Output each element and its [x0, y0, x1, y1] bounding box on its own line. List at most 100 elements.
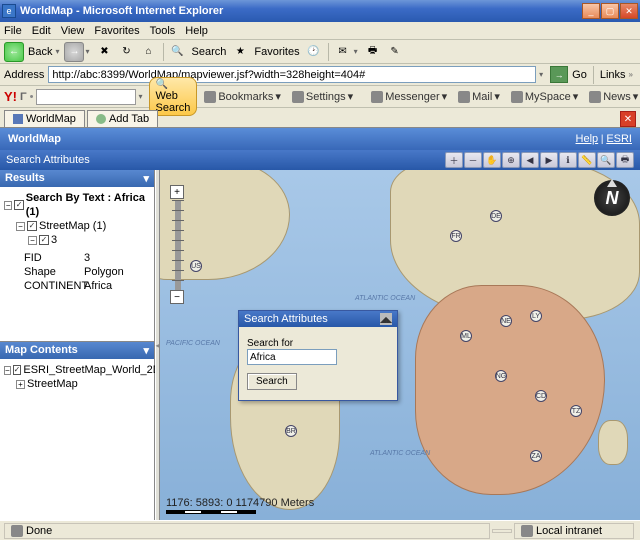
yahoo-bookmarks[interactable]: Bookmarks▾	[200, 90, 285, 103]
forward-button[interactable]: →	[64, 42, 84, 62]
links-label[interactable]: Links	[600, 69, 626, 81]
route-icon: CD	[535, 390, 547, 402]
pan-tool[interactable]: ✋	[483, 152, 501, 168]
layer-service[interactable]: −✓ESRI_StreetMap_World_2D	[4, 363, 150, 377]
next-extent-tool[interactable]: ▶	[540, 152, 558, 168]
back-label[interactable]: Back	[28, 46, 52, 58]
yahoo-settings[interactable]: Settings▾	[288, 90, 357, 103]
stop-button[interactable]: ✖	[95, 42, 115, 62]
madagascar	[598, 420, 628, 465]
results-record[interactable]: −✓3	[28, 233, 150, 247]
results-root[interactable]: −✓Search By Text : Africa (1)	[4, 191, 150, 219]
search-dialog: Search Attributes◢◣ Search for Search	[238, 310, 398, 401]
tab-worldmap[interactable]: WorldMap	[4, 110, 85, 127]
maximize-button[interactable]: ▢	[601, 3, 619, 19]
print-tool[interactable]: 🖶	[616, 152, 634, 168]
route-icon: DE	[490, 210, 502, 222]
identify-tool[interactable]: ℹ	[559, 152, 577, 168]
addr-dd[interactable]: ▾	[539, 70, 543, 79]
search-for-input[interactable]	[247, 349, 337, 365]
go-label[interactable]: Go	[572, 69, 587, 81]
home-button[interactable]: ⌂	[139, 42, 159, 62]
history-button[interactable]: 🕑	[304, 42, 324, 62]
yahoo-myspace[interactable]: MySpace▾	[507, 90, 582, 103]
go-button[interactable]: →	[550, 66, 568, 83]
back-button[interactable]: ←	[4, 42, 24, 62]
minimize-button[interactable]: _	[582, 3, 600, 19]
compass-icon: N	[594, 180, 630, 216]
zone-icon	[521, 525, 533, 537]
dialog-header[interactable]: Search Attributes◢◣	[239, 311, 397, 327]
address-input[interactable]	[48, 66, 536, 83]
zoom-track[interactable]	[175, 200, 181, 290]
address-bar: Address ▾ → Go Links»	[0, 64, 640, 86]
menu-file[interactable]: File	[4, 25, 22, 37]
yahoo-toolbar: Y! Γ • ▾ 🔍 Web Search Bookmarks▾ Setting…	[0, 86, 640, 108]
layer-streetmap[interactable]: +StreetMap	[16, 377, 150, 391]
menu-help[interactable]: Help	[185, 25, 208, 37]
zoom-minus-button[interactable]: −	[170, 290, 184, 304]
collapse-icon[interactable]: ▾	[143, 172, 149, 185]
side-panel: Results▾ −✓Search By Text : Africa (1) −…	[0, 170, 155, 520]
app-header: WorldMap Help | ESRI	[0, 128, 640, 150]
map-view[interactable]: US PE BR ML NE LY NG CD TZ ZA FR DE PACI…	[160, 170, 640, 520]
tab-close-button[interactable]: ✕	[620, 111, 636, 127]
collapse-icon[interactable]: ▾	[143, 344, 149, 357]
zoom-out-tool[interactable]: －	[464, 152, 482, 168]
status-bar: Done Local intranet	[0, 520, 640, 540]
app-title: WorldMap	[8, 133, 61, 145]
tab-add[interactable]: Add Tab	[87, 110, 158, 127]
back-dd[interactable]: ▾	[55, 47, 59, 56]
search-attr-label: Search Attributes	[6, 154, 90, 166]
results-layer[interactable]: −✓StreetMap (1)	[16, 219, 150, 233]
menu-tools[interactable]: Tools	[150, 25, 176, 37]
route-icon: NG	[495, 370, 507, 382]
browser-tabs: WorldMap Add Tab ✕	[0, 108, 640, 128]
menu-view[interactable]: View	[61, 25, 85, 37]
search-label[interactable]: Search	[192, 46, 227, 58]
prev-extent-tool[interactable]: ◀	[521, 152, 539, 168]
ie-icon: e	[2, 4, 16, 18]
mail-button[interactable]: ✉	[333, 42, 353, 62]
fwd-dd[interactable]: ▾	[85, 47, 89, 56]
map-tools: ＋ － ✋ ⊕ ◀ ▶ ℹ 📏 🔍 🖶	[445, 152, 634, 168]
esri-link[interactable]: ESRI	[606, 133, 632, 145]
yahoo-messenger[interactable]: Messenger▾	[367, 90, 451, 103]
search-tool[interactable]: 🔍	[597, 152, 615, 168]
yahoo-mail[interactable]: Mail▾	[454, 90, 504, 103]
zoom-slider[interactable]: + −	[170, 185, 186, 305]
ocean-label: ATLANTIC OCEAN	[355, 295, 415, 303]
close-button[interactable]: ✕	[620, 3, 638, 19]
refresh-button[interactable]: ↻	[117, 42, 137, 62]
yahoo-logo[interactable]: Y!	[4, 89, 17, 104]
measure-tool[interactable]: 📏	[578, 152, 596, 168]
print-button[interactable]: 🖶	[363, 42, 383, 62]
route-icon: FR	[450, 230, 462, 242]
search-attr-bar: Search Attributes ＋ － ✋ ⊕ ◀ ▶ ℹ 📏 🔍 🖶	[0, 150, 640, 170]
zoom-plus-button[interactable]: +	[170, 185, 184, 199]
mapcontents-panel: −✓ESRI_StreetMap_World_2D +StreetMap	[0, 359, 154, 520]
edit-button[interactable]: ✎	[385, 42, 405, 62]
yahoo-gamma: Γ	[20, 91, 27, 103]
status-done: Done	[4, 523, 490, 539]
yahoo-search-input[interactable]	[36, 89, 136, 105]
main-content: Results▾ −✓Search By Text : Africa (1) −…	[0, 170, 640, 520]
zoom-in-tool[interactable]: ＋	[445, 152, 463, 168]
search-button[interactable]: Search	[247, 373, 297, 390]
dialog-close-button[interactable]: ◢◣	[380, 313, 392, 325]
favorites-icon[interactable]: ★	[230, 42, 250, 62]
coords-text: 1176: 5893: 0 1174790 Meters	[166, 497, 314, 509]
route-icon: TZ	[570, 405, 582, 417]
ocean-label: PACIFIC OCEAN	[166, 340, 220, 348]
help-link[interactable]: Help	[576, 133, 599, 145]
yahoo-news[interactable]: News▾	[585, 90, 640, 103]
search-icon[interactable]: 🔍	[168, 42, 188, 62]
menu-favorites[interactable]: Favorites	[94, 25, 139, 37]
menu-edit[interactable]: Edit	[32, 25, 51, 37]
full-extent-tool[interactable]: ⊕	[502, 152, 520, 168]
route-icon: US	[190, 260, 202, 272]
favorites-label[interactable]: Favorites	[254, 46, 299, 58]
results-panel: −✓Search By Text : Africa (1) −✓StreetMa…	[0, 187, 154, 342]
route-icon: BR	[285, 425, 297, 437]
address-label: Address	[4, 69, 44, 81]
